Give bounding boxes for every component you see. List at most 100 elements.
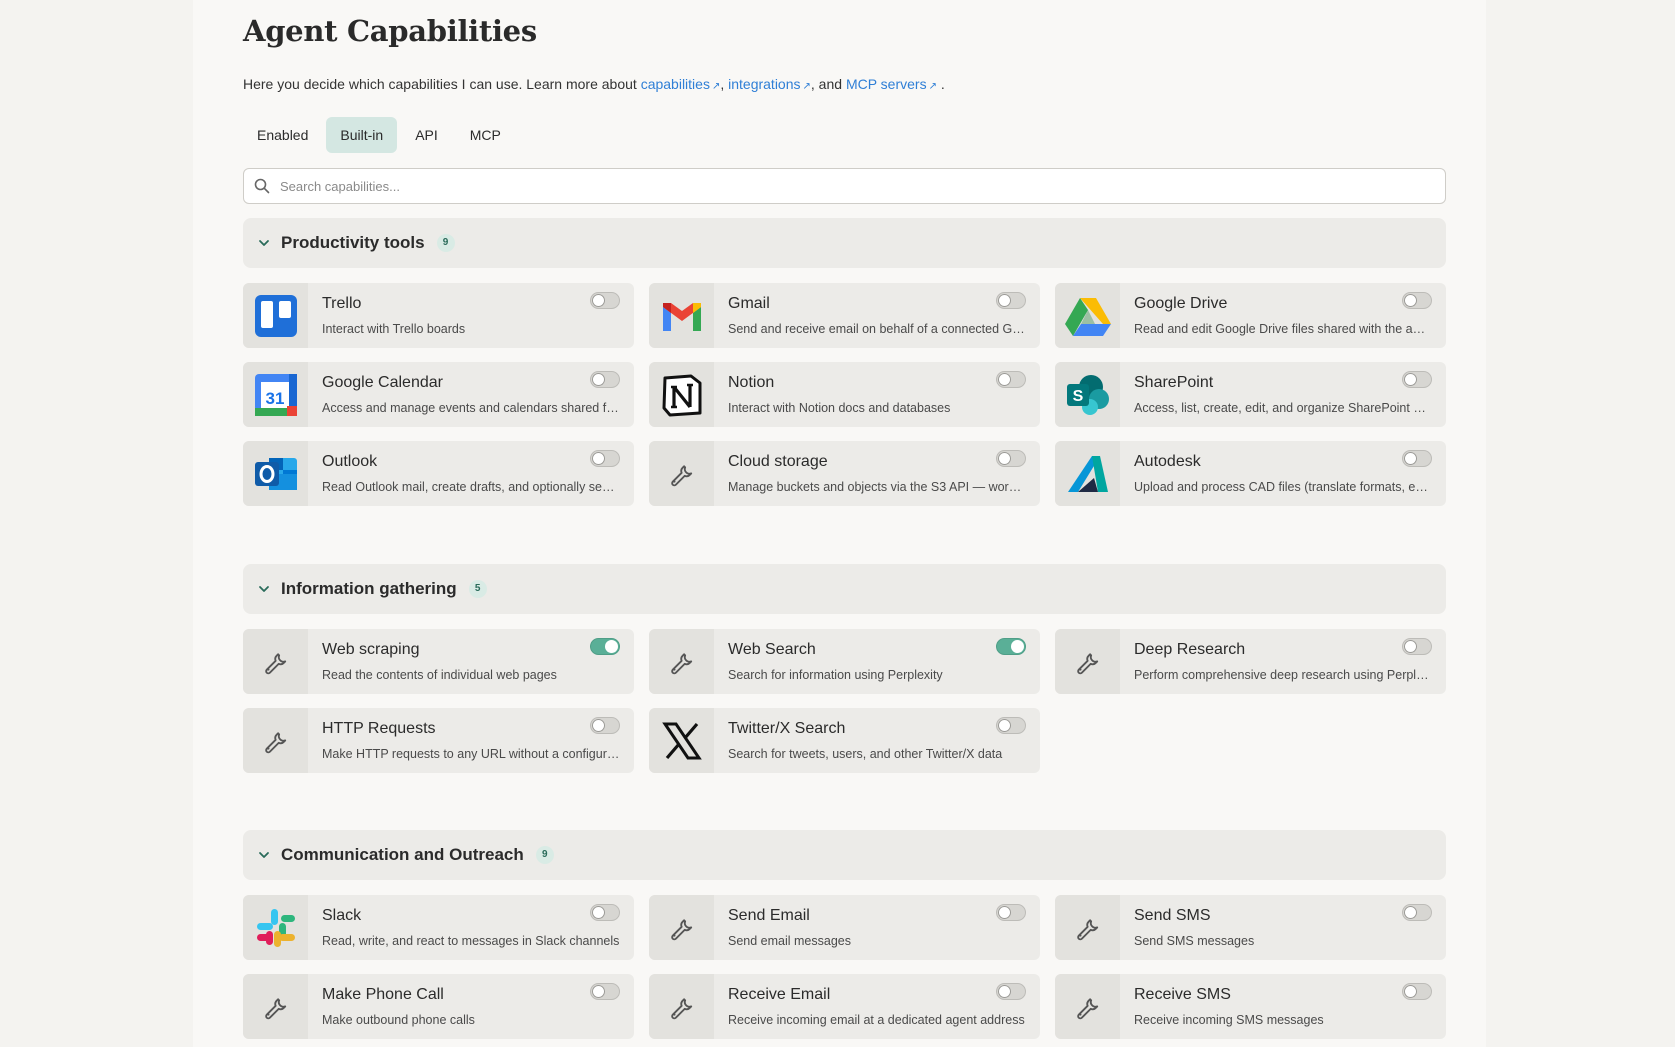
capability-card[interactable]: Make Phone Call Make outbound phone calls — [243, 974, 634, 1039]
capability-toggle[interactable] — [1402, 292, 1432, 309]
capability-description: Make outbound phone calls — [322, 1013, 475, 1027]
capability-toggle[interactable] — [996, 983, 1026, 1000]
toggle-knob — [592, 906, 605, 919]
capability-card[interactable]: Receive SMS Receive incoming SMS messages — [1055, 974, 1446, 1039]
capability-card-body: Google Calendar Access and manage events … — [308, 362, 634, 427]
capability-description: Receive incoming email at a dedicated ag… — [728, 1013, 1025, 1027]
capability-toggle[interactable] — [1402, 983, 1432, 1000]
capabilities-link-label: capabilities — [640, 76, 710, 92]
x-icon — [649, 708, 714, 773]
toggle-knob — [1404, 640, 1417, 653]
capability-tabs: Enabled Built-in API MCP — [243, 117, 515, 153]
sharepoint-icon: S — [1055, 362, 1120, 427]
capability-toggle[interactable] — [590, 371, 620, 388]
capability-toggle[interactable] — [1402, 904, 1432, 921]
capability-description: Interact with Trello boards — [322, 322, 466, 336]
search-input[interactable] — [280, 169, 1430, 203]
capability-card-body: HTTP Requests Make HTTP requests to any U… — [308, 708, 634, 773]
capability-card[interactable]: HTTP Requests Make HTTP requests to any U… — [243, 708, 634, 773]
capability-name: Deep Research — [1134, 641, 1246, 658]
capability-card-body: Slack Read, write, and react to messages … — [308, 895, 634, 960]
capability-card[interactable]: Twitter/X Search Search for tweets, users… — [649, 708, 1040, 773]
capability-toggle[interactable] — [996, 450, 1026, 467]
capability-toggle[interactable] — [1402, 371, 1432, 388]
capability-name: Web Search — [728, 641, 816, 658]
capability-toggle[interactable] — [1402, 638, 1432, 655]
external-link-icon: ↗ — [928, 81, 937, 92]
section-count-badge: 5 — [468, 580, 487, 598]
capability-card[interactable]: Autodesk Upload and process CAD files (tr… — [1055, 441, 1446, 506]
capability-card-body: Cloud storage Manage buckets and objects … — [714, 441, 1040, 506]
capability-card-body: Deep Research Perform comprehensive deep … — [1120, 629, 1446, 694]
toggle-knob — [1404, 906, 1417, 919]
mcp-servers-link[interactable]: MCP servers ↗ — [846, 76, 937, 92]
section-title: Information gathering — [281, 579, 457, 598]
capability-toggle[interactable] — [996, 717, 1026, 734]
tab-built-in[interactable]: Built-in — [326, 117, 398, 153]
capability-card[interactable]: Cloud storage Manage buckets and objects … — [649, 441, 1040, 506]
capability-card-body: Gmail Send and receive email on behalf of… — [714, 283, 1040, 348]
capability-card[interactable]: Gmail Send and receive email on behalf of… — [649, 283, 1040, 348]
toggle-knob — [605, 640, 618, 653]
capability-card-body: Twitter/X Search Search for tweets, users… — [714, 708, 1040, 773]
capability-toggle[interactable] — [590, 450, 620, 467]
outlook-icon — [243, 441, 308, 506]
capability-card-body: Send Email Send email messages — [714, 895, 1040, 960]
toggle-knob — [1404, 452, 1417, 465]
capability-toggle[interactable] — [996, 638, 1026, 655]
capability-card[interactable]: S SharePoint Access, list, create, edit, a… — [1055, 362, 1446, 427]
capability-name: Outlook — [322, 453, 378, 470]
capability-card[interactable]: Web scraping Read the contents of individ… — [243, 629, 634, 694]
autodesk-icon — [1055, 441, 1120, 506]
toggle-knob — [1404, 373, 1417, 386]
capability-toggle[interactable] — [590, 638, 620, 655]
integrations-link[interactable]: integrations ↗ — [728, 76, 811, 92]
capability-card[interactable]: Notion Interact with Notion docs and data… — [649, 362, 1040, 427]
capability-toggle[interactable] — [996, 371, 1026, 388]
capability-toggle[interactable] — [590, 983, 620, 1000]
capability-toggle[interactable] — [590, 292, 620, 309]
capability-card[interactable]: Deep Research Perform comprehensive deep … — [1055, 629, 1446, 694]
capability-card[interactable]: Trello Interact with Trello boards — [243, 283, 634, 348]
section-header[interactable]: Productivity tools 9 — [243, 218, 1446, 268]
capability-toggle[interactable] — [590, 904, 620, 921]
capability-description: Access and manage events and calendars s… — [322, 401, 620, 415]
toggle-knob — [1404, 985, 1417, 998]
capability-card[interactable]: Slack Read, write, and react to messages … — [243, 895, 634, 960]
capability-card[interactable]: Google Drive Read and edit Google Drive f… — [1055, 283, 1446, 348]
google-calendar-icon: 31 — [243, 362, 308, 427]
capability-toggle[interactable] — [1402, 450, 1432, 467]
google-drive-icon — [1055, 283, 1120, 348]
capability-description: Send and receive email on behalf of a co… — [728, 322, 1026, 336]
capabilities-link[interactable]: capabilities ↗ — [641, 76, 721, 92]
capability-name: Web scraping — [322, 641, 420, 658]
intro-end: . — [940, 76, 945, 92]
capability-name: Twitter/X Search — [728, 720, 846, 737]
slack-icon — [243, 895, 308, 960]
capability-card[interactable]: Outlook Read Outlook mail, create drafts,… — [243, 441, 634, 506]
capability-description: Upload and process CAD files (translate … — [1134, 480, 1432, 494]
capability-card[interactable]: Send Email Send email messages — [649, 895, 1040, 960]
capability-grid: Slack Read, write, and react to messages … — [243, 895, 1446, 1039]
capability-card[interactable]: 31 Google Calendar Access and manage event… — [243, 362, 634, 427]
capability-description: Send email messages — [728, 934, 851, 948]
wrench-icon — [243, 974, 308, 1039]
capability-toggle[interactable] — [590, 717, 620, 734]
search-box — [243, 168, 1446, 204]
notion-icon — [649, 362, 714, 427]
tab-mcp[interactable]: MCP — [456, 117, 515, 153]
capability-card[interactable]: Web Search Search for information using P… — [649, 629, 1040, 694]
tab-enabled[interactable]: Enabled — [243, 117, 322, 153]
svg-text:31: 31 — [265, 389, 284, 408]
capability-name: Notion — [728, 374, 775, 391]
tab-api[interactable]: API — [401, 117, 452, 153]
capability-card-body: Notion Interact with Notion docs and data… — [714, 362, 1040, 427]
capability-card[interactable]: Send SMS Send SMS messages — [1055, 895, 1446, 960]
capability-toggle[interactable] — [996, 292, 1026, 309]
capability-toggle[interactable] — [996, 904, 1026, 921]
capability-name: Make Phone Call — [322, 986, 444, 1003]
capability-description: Make HTTP requests to any URL without a … — [322, 747, 620, 761]
section-header[interactable]: Information gathering 5 — [243, 564, 1446, 614]
capability-card[interactable]: Receive Email Receive incoming email at a… — [649, 974, 1040, 1039]
section-header[interactable]: Communication and Outreach 9 — [243, 830, 1446, 880]
